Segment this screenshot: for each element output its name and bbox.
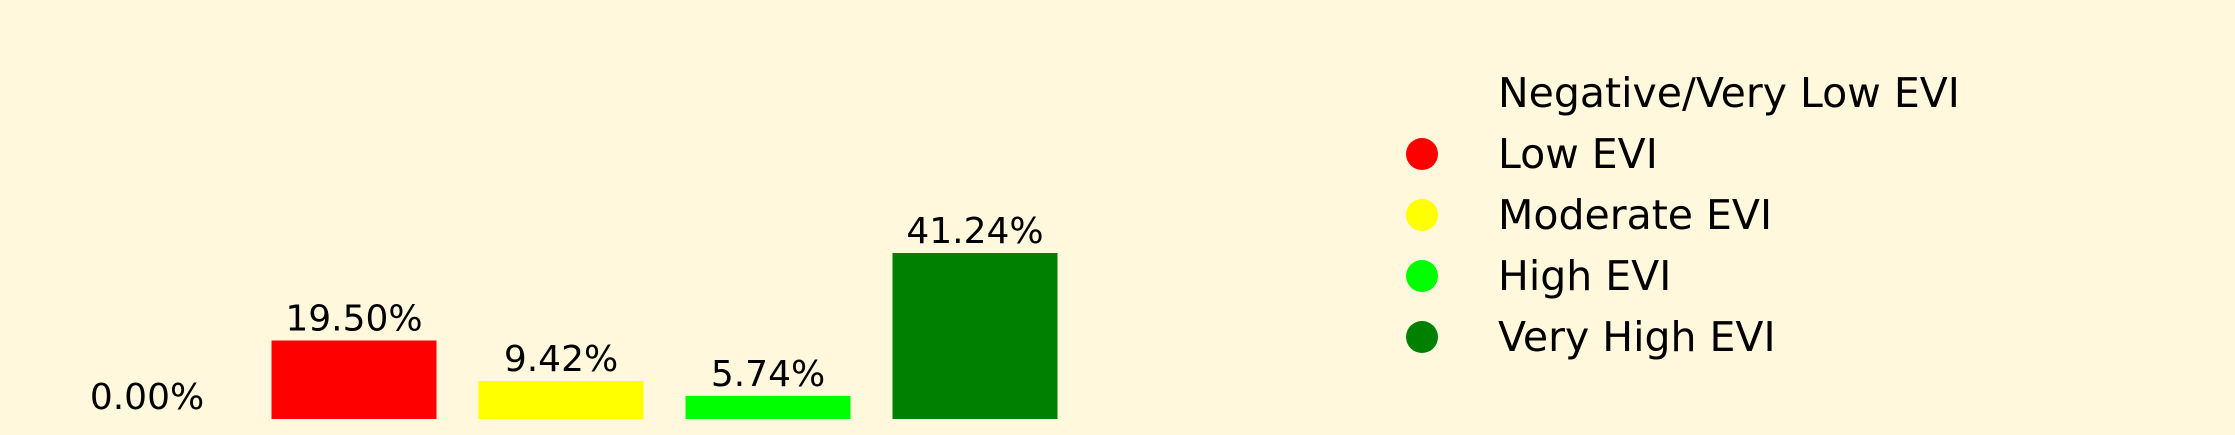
bar-value-label-2: 9.42% — [504, 339, 618, 380]
legend-label-1: Low EVI — [1498, 130, 1658, 178]
legend-label-3: High EVI — [1498, 252, 1671, 300]
legend-marker-4 — [1406, 321, 1438, 353]
bar-2 — [478, 381, 644, 419]
legend-marker-1 — [1406, 138, 1438, 170]
bar-3 — [685, 395, 851, 419]
bar-1 — [271, 340, 437, 419]
legend-marker-0 — [1406, 77, 1438, 109]
bar-value-label-4: 41.24% — [906, 211, 1043, 252]
legend-marker-2 — [1406, 199, 1438, 231]
legend-label-2: Moderate EVI — [1498, 191, 1772, 239]
bar-value-label-0: 0.00% — [90, 377, 204, 418]
bar-4 — [892, 253, 1058, 419]
bar-value-label-1: 19.50% — [285, 299, 422, 340]
legend-label-0: Negative/Very Low EVI — [1498, 69, 1960, 117]
evi-bar-chart: 0.00% 19.50% 9.42% 5.74% 41.24% Negative/Ver… — [0, 0, 2235, 435]
bar-value-label-3: 5.74% — [711, 354, 825, 395]
legend-label-4: Very High EVI — [1498, 313, 1776, 361]
legend-marker-3 — [1406, 260, 1438, 292]
